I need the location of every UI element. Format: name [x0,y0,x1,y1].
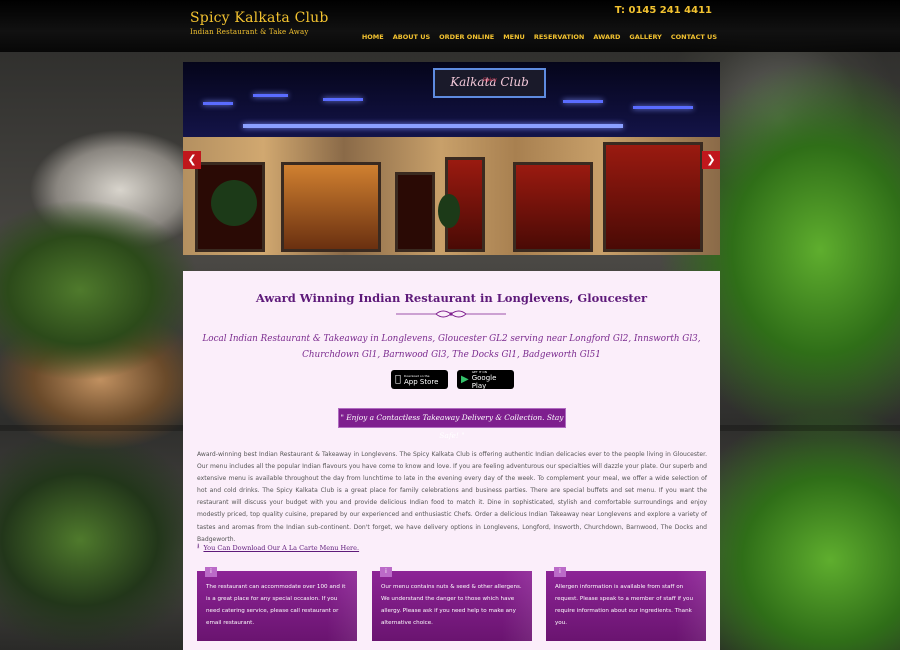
slider-light [243,124,623,128]
download-menu-link[interactable]: ⭳ You Can Download Our A La Carte Menu H… [197,542,359,553]
nav-order-online[interactable]: ORDER ONLINE [439,33,494,41]
window [603,142,703,252]
app-store-line2: App Store [398,377,438,386]
download-icon: ⭳ [197,542,200,550]
nav-about-us[interactable]: ABOUT US [393,33,430,41]
nav-home[interactable]: HOME [362,33,384,41]
chevron-right-icon: ❯ [706,153,716,166]
content-panel: Award Winning Indian Restaurant in Longl… [183,271,720,650]
google-play-icon: ▶ [461,373,469,385]
phone-number[interactable]: T: 0145 241 4411 [615,5,712,16]
info-icon: i [380,567,392,577]
restaurant-sign: Spicy Kalkata Club [433,68,546,98]
slider-light [203,102,233,105]
logo-subtitle: Indian Restaurant & Take Away [190,28,309,36]
hero-slider: Spicy Kalkata Club ❮ ❯ [183,62,720,255]
main-nav: HOME ABOUT US ORDER ONLINE MENU RESERVAT… [362,33,717,41]
window [281,162,381,252]
site-header: Spicy Kalkata Club Indian Restaurant & T… [0,0,900,52]
tree [438,194,460,228]
slider-next-button[interactable]: ❯ [702,151,720,169]
page-title: Award Winning Indian Restaurant in Longl… [255,291,648,305]
google-play-button[interactable]: ▶ GET IT ON Google Play [457,370,514,390]
slider-light [633,106,693,109]
card-shade [502,571,532,641]
ornament-divider [396,310,506,318]
logo[interactable]: Spicy Kalkata Club Indian Restaurant & T… [190,10,329,36]
slider-light [323,98,363,101]
slider-light [563,100,603,103]
google-play-line2: Google Play [471,373,497,390]
apple-icon:  [395,374,401,385]
info-card-allergens: i Our menu contains nuts & seed & other … [372,567,532,641]
info-icon: i [554,567,566,577]
tree [211,180,257,226]
app-store-links:  Download on the App Store ▶ GET IT ON … [391,370,514,390]
info-card-catering: i The restaurant can accommodate over 10… [197,567,357,641]
card-shade [327,571,357,641]
chevron-left-icon: ❮ [187,153,197,166]
nav-menu[interactable]: MENU [503,33,525,41]
window [513,162,593,252]
card-shade [676,571,706,641]
tagline: Local Indian Restaurant & Takeaway in Lo… [202,334,701,360]
info-cards: i The restaurant can accommodate over 10… [197,567,707,641]
slider-prev-button[interactable]: ❮ [183,151,201,169]
nav-reservation[interactable]: RESERVATION [534,33,585,41]
nav-gallery[interactable]: GALLERY [629,33,661,41]
info-card-allergen-info: i Allergen information is available from… [546,567,706,641]
app-store-button[interactable]:  Download on the App Store [391,370,448,389]
download-menu-label: You Can Download Our A La Carte Menu Her… [203,543,360,552]
about-text: Award-winning best Indian Restaurant & T… [197,451,707,543]
slider-light [253,94,288,97]
nav-award[interactable]: AWARD [593,33,620,41]
promo-banner: " Enjoy a Contactless Takeaway Delivery … [338,408,566,440]
info-icon: i [205,567,217,577]
window [395,172,435,252]
logo-title: Spicy Kalkata Club [190,10,329,26]
nav-contact-us[interactable]: CONTACT US [671,33,717,41]
sign-small-text: Spicy [483,77,497,83]
